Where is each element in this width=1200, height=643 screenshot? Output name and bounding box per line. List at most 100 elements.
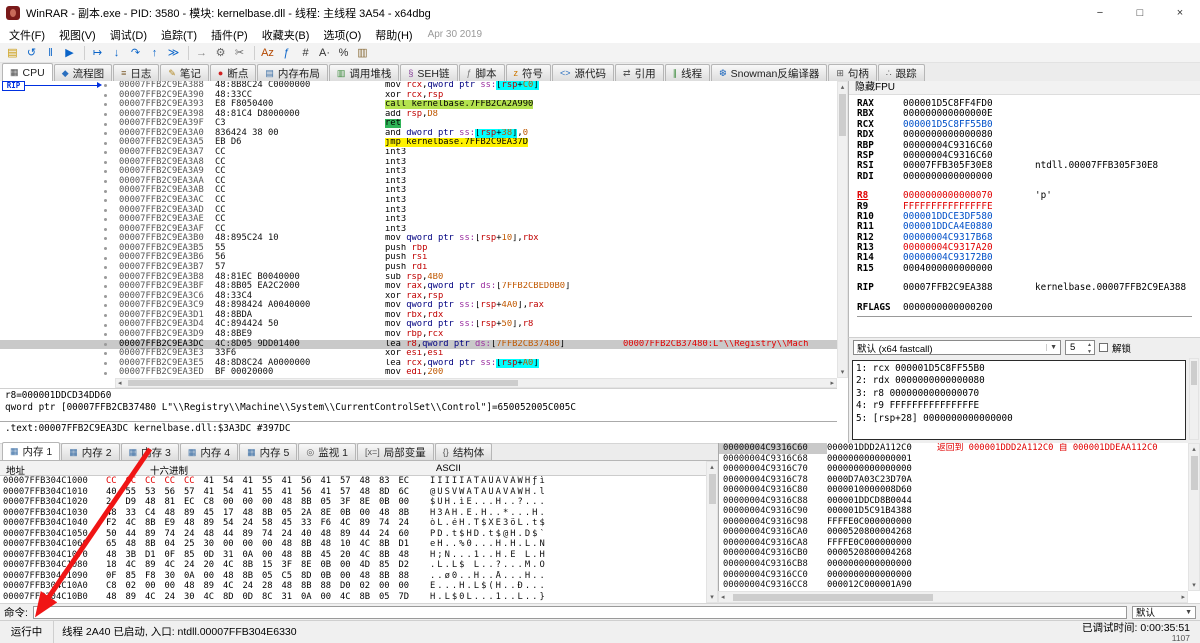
minimize-icon[interactable]: − (1080, 0, 1120, 26)
function-icon[interactable]: ƒ (278, 44, 295, 61)
dump-row[interactable]: 00007FFB304C102024D94881ECC8000000488B05… (0, 497, 706, 508)
dump-row[interactable]: 00007FFB304C1050504489742448448974244048… (0, 529, 706, 540)
tab-流程图[interactable]: ◆流程图 (54, 64, 112, 81)
args-row[interactable]: 3: r8 0000000000000070 (856, 388, 1182, 400)
disasm-vertical-scrollbar[interactable]: ▴ ▾ (837, 81, 848, 378)
run-icon[interactable]: ▶ (61, 44, 78, 61)
args-vertical-scrollbar[interactable] (1189, 358, 1199, 440)
stack-row[interactable]: 00000004C9316C90000001D5C91B4388 (719, 506, 1188, 517)
stack-row[interactable]: 00000004C9316C60000001DDD2A112C0返回到 0000… (719, 443, 1188, 454)
tab-调用堆栈[interactable]: ▥调用堆栈 (329, 64, 400, 81)
dump-row[interactable]: 00007FFB304C1040F24C8BE948895424584533F6… (0, 518, 706, 529)
dump-row[interactable]: 00007FFB304C106065488B042530000000488B48… (0, 539, 706, 550)
dump-row[interactable]: 00007FFB304C10304833C448894517488B052A8E… (0, 508, 706, 519)
register-row[interactable]: RIP00007FFB2C9EA388kernelbase.00007FFB2C… (857, 283, 1200, 293)
assemble-icon[interactable]: # (297, 44, 314, 61)
bottom-tab-内存 5[interactable]: ▦内存 5 (239, 443, 297, 460)
scissors-icon[interactable]: ✂ (231, 44, 248, 61)
dump-row[interactable]: 00007FFB304C1010405553565741544155415641… (0, 487, 706, 498)
stack-horizontal-scrollbar[interactable]: ◂ ▸ (718, 591, 1188, 603)
command-input[interactable] (33, 606, 1127, 619)
bottom-tab-结构体[interactable]: {}结构体 (435, 443, 493, 460)
step-over-icon[interactable]: ↷ (127, 44, 144, 61)
register-row[interactable]: RFLAGS0000000000000200 (857, 303, 1200, 313)
tab-跟踪[interactable]: ∴跟踪 (878, 64, 925, 81)
dump-row[interactable]: 00007FFB304C1080184C894C24204C8B153F8E0B… (0, 560, 706, 571)
stack-row[interactable]: 00000004C9316C88000001DDCD8B0044 (719, 496, 1188, 507)
bottom-tab-内存 4[interactable]: ▦内存 4 (180, 443, 238, 460)
maximize-icon[interactable]: □ (1120, 0, 1160, 26)
argument-count-spinner[interactable]: 5 ▲▼ (1065, 340, 1095, 355)
stack-row[interactable]: 00000004C9316CA8FFFFE0C000000000 (719, 538, 1188, 549)
args-row[interactable]: 4: r9 FFFFFFFFFFFFFFFE (856, 400, 1182, 412)
dump-row[interactable]: 00007FFB304C10A0C802000048894C2428488B88… (0, 581, 706, 592)
menu-item-收藏夹B[interactable]: 收藏夹(B) (255, 27, 317, 43)
stack-row[interactable]: 00000004C9316C680000000000000001 (719, 454, 1188, 465)
stack-row[interactable]: 00000004C9316C800000010000008D60 (719, 485, 1188, 496)
trace-icon[interactable]: → (193, 44, 210, 61)
tab-线程[interactable]: ∥线程 (665, 64, 711, 81)
register-row[interactable]: R80000000000000070'p' (857, 191, 1200, 201)
dump-row[interactable]: 00007FFB304C1000CCCCCCCCCC41544155415641… (0, 476, 706, 487)
bottom-tab-内存 1[interactable]: ▦内存 1 (2, 442, 60, 460)
tab-断点[interactable]: ●断点 (210, 64, 256, 81)
close-icon[interactable]: × (1160, 0, 1200, 26)
menu-item-插件P[interactable]: 插件(P) (204, 27, 255, 43)
tab-引用[interactable]: ⇄引用 (615, 64, 664, 81)
calling-convention-select[interactable]: 默认 (x64 fastcall) ▼ (853, 340, 1061, 355)
pause-icon[interactable]: ‖ (42, 44, 59, 61)
stack-row[interactable]: 00000004C9316CA00000520800004268 (719, 527, 1188, 538)
dump-row[interactable]: 00007FFB304C10900F85F8300A00488B05C58D0B… (0, 571, 706, 582)
stack-row[interactable]: 00000004C9316CB80000000000000000 (719, 559, 1188, 570)
memory-dump-view[interactable]: 地址 十六进制 ASCII 00007FFB304C1000CCCCCCCCCC… (0, 461, 706, 603)
calculator-icon[interactable]: % (335, 44, 352, 61)
menu-item-追踪T[interactable]: 追踪(T) (154, 27, 204, 43)
tab-笔记[interactable]: ✎笔记 (160, 64, 209, 81)
stack-row[interactable]: 00000004C9316CC8000012C000001A90 (719, 580, 1188, 591)
stack-vertical-scrollbar[interactable]: ▴ ▾ (1188, 443, 1200, 591)
args-row[interactable]: 5: [rsp+28] 0000000000000000 (856, 413, 1182, 425)
find-strings-icon[interactable]: Az (259, 44, 276, 61)
font-icon[interactable]: A· (316, 44, 333, 61)
disasm-horizontal-scrollbar[interactable]: ◂ ▸ (115, 378, 837, 388)
stack-row[interactable]: 00000004C9316C780000D7A03C23D70A (719, 475, 1188, 486)
hide-fpu-button[interactable]: 隐藏FPU (849, 81, 1200, 95)
bottom-tab-局部变量[interactable]: [x=]局部变量 (357, 443, 434, 460)
stack-row[interactable]: 00000004C9316C98FFFFE0C000000000 (719, 517, 1188, 528)
animate-into-icon[interactable]: ≫ (165, 44, 182, 61)
arguments-list[interactable]: 1: rcx 000001D5C8FF55B02: rdx 0000000000… (852, 360, 1186, 440)
stack-row[interactable]: 00000004C9316CB00000520800004268 (719, 548, 1188, 559)
open-file-icon[interactable]: ▤ (4, 44, 21, 61)
register-row[interactable]: RDI0000000000000000 (857, 172, 1200, 182)
tab-脚本[interactable]: ƒ脚本 (459, 64, 505, 81)
bottom-tab-监视 1[interactable]: ◎监视 1 (298, 443, 356, 460)
menu-item-调试D[interactable]: 调试(D) (103, 27, 154, 43)
step-out-icon[interactable]: ↑ (146, 44, 163, 61)
tab-日志[interactable]: ≡日志 (113, 64, 159, 81)
command-profile-select[interactable]: 默认 ▼ (1132, 606, 1196, 619)
dump-vertical-scrollbar[interactable]: ▴ ▾ (706, 461, 718, 603)
stack-row[interactable]: 00000004C9316C700000000000000000 (719, 464, 1188, 475)
run-to-user-code-icon[interactable]: ↦ (89, 44, 106, 61)
dump-row[interactable]: 00007FFB304C10B048894C24304C8D0D8C310A00… (0, 592, 706, 603)
stack-view[interactable]: 00000004C9316C60000001DDD2A112C0返回到 0000… (718, 443, 1188, 591)
help-book-icon[interactable]: ▥ (354, 44, 371, 61)
menu-item-文件F[interactable]: 文件(F) (2, 27, 52, 43)
register-row[interactable]: RDX0000000000000080 (857, 130, 1200, 140)
disassembly-view[interactable]: 00007FFB2C9EA38848:8B8C24 C0000000mov rc… (0, 81, 837, 378)
register-row[interactable]: R150004000000000000 (857, 264, 1200, 274)
tab-CPU[interactable]: ▦CPU (2, 63, 53, 81)
menu-item-选项O[interactable]: 选项(O) (316, 27, 368, 43)
tab-SEH链[interactable]: §SEH链 (400, 64, 457, 81)
tab-内存布局[interactable]: ▤内存布局 (257, 64, 328, 81)
bottom-tab-内存 2[interactable]: ▦内存 2 (61, 443, 119, 460)
step-into-icon[interactable]: ↓ (108, 44, 125, 61)
unlock-checkbox[interactable] (1099, 343, 1108, 352)
stack-row[interactable]: 00000004C9316CC00000000000000000 (719, 570, 1188, 581)
restart-icon[interactable]: ↺ (23, 44, 40, 61)
settings-icon[interactable]: ⚙ (212, 44, 229, 61)
tab-符号[interactable]: z符号 (506, 64, 552, 81)
tab-源代码[interactable]: <>源代码 (552, 64, 614, 81)
menu-item-帮助H[interactable]: 帮助(H) (368, 27, 419, 43)
bottom-tab-内存 3[interactable]: ▦内存 3 (121, 443, 179, 460)
